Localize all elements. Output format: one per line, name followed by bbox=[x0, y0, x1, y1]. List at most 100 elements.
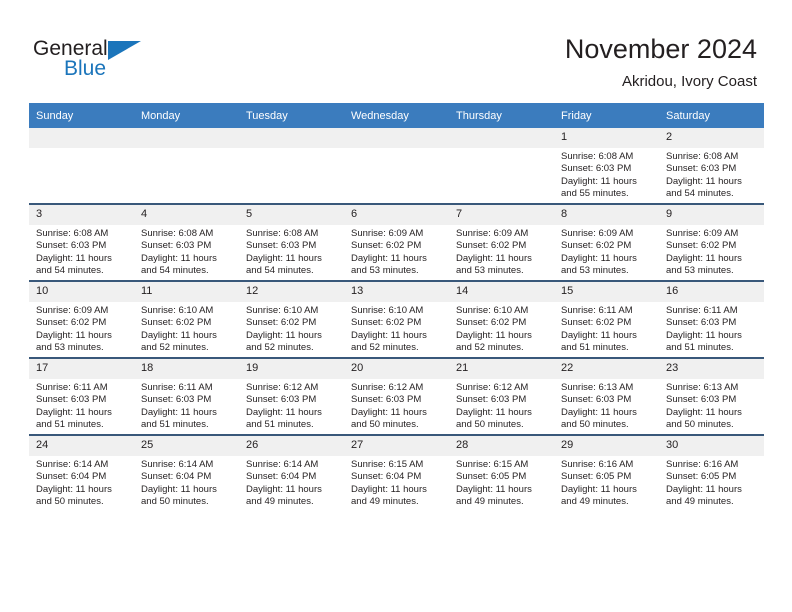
calendar-day-cell[interactable]: 25 Sunrise: 6:14 AM Sunset: 6:04 PM Dayligh… bbox=[134, 434, 239, 511]
day-daylight-line: and 54 minutes. bbox=[141, 265, 209, 277]
logo-text-blue: Blue bbox=[64, 57, 107, 80]
day-sun-info: Sunrise: 6:12 AM Sunset: 6:03 PM Daylight:… bbox=[449, 379, 554, 432]
day-sunrise-line: Sunrise: 6:16 AM bbox=[666, 459, 739, 470]
day-sun-info: Sunrise: 6:16 AM Sunset: 6:05 PM Daylight:… bbox=[659, 456, 764, 509]
calendar-day-cell[interactable]: 17 Sunrise: 6:11 AM Sunset: 6:03 PM Dayligh… bbox=[29, 357, 134, 435]
day-sunrise-line: Sunrise: 6:08 AM bbox=[141, 228, 214, 239]
calendar-day-cell[interactable]: 3 Sunrise: 6:08 AM Sunset: 6:03 PM Daylight… bbox=[29, 203, 134, 281]
day-daylight-line: Daylight: 11 hours bbox=[351, 483, 427, 495]
day-daylight-line: and 53 minutes. bbox=[666, 265, 734, 277]
day-daylight-line: Daylight: 11 hours bbox=[141, 329, 217, 341]
calendar-day-cell[interactable]: 6 Sunrise: 6:09 AM Sunset: 6:02 PM Daylight… bbox=[344, 203, 449, 281]
logo-triangle-icon bbox=[108, 41, 141, 60]
calendar-day-cell[interactable]: 9 Sunrise: 6:09 AM Sunset: 6:02 PM Daylight… bbox=[659, 203, 764, 281]
calendar-day-cell[interactable]: 29 Sunrise: 6:16 AM Sunset: 6:05 PM Dayligh… bbox=[554, 434, 659, 511]
day-daylight-line: and 50 minutes. bbox=[351, 419, 419, 431]
day-daylight-line: Daylight: 11 hours bbox=[36, 406, 112, 418]
day-sun-info: Sunrise: 6:15 AM Sunset: 6:05 PM Daylight:… bbox=[449, 456, 554, 509]
calendar-day-cell[interactable]: 21 Sunrise: 6:12 AM Sunset: 6:03 PM Dayligh… bbox=[449, 357, 554, 435]
weekday-header-sunday: Sunday bbox=[29, 103, 134, 128]
day-daylight-line: and 55 minutes. bbox=[561, 188, 629, 200]
calendar-day-cell[interactable]: 14 Sunrise: 6:10 AM Sunset: 6:02 PM Dayligh… bbox=[449, 280, 554, 358]
calendar-day-cell[interactable]: 12 Sunrise: 6:10 AM Sunset: 6:02 PM Dayligh… bbox=[239, 280, 344, 358]
calendar-day-cell[interactable]: 5 Sunrise: 6:08 AM Sunset: 6:03 PM Daylight… bbox=[239, 203, 344, 281]
day-daylight-line: Daylight: 11 hours bbox=[351, 252, 427, 264]
day-daylight-line: Daylight: 11 hours bbox=[141, 406, 217, 418]
day-sunrise-line: Sunrise: 6:09 AM bbox=[351, 228, 424, 239]
day-sun-info: Sunrise: 6:08 AM Sunset: 6:03 PM Daylight:… bbox=[134, 225, 239, 278]
calendar-day-cell[interactable]: 19 Sunrise: 6:12 AM Sunset: 6:03 PM Dayligh… bbox=[239, 357, 344, 435]
calendar-day-cell[interactable]: 10 Sunrise: 6:09 AM Sunset: 6:02 PM Dayligh… bbox=[29, 280, 134, 358]
day-sunrise-line: Sunrise: 6:13 AM bbox=[666, 382, 739, 393]
calendar-day-cell[interactable]: 15 Sunrise: 6:11 AM Sunset: 6:02 PM Dayligh… bbox=[554, 280, 659, 358]
day-daylight-line: Daylight: 11 hours bbox=[666, 252, 742, 264]
calendar-day-cell[interactable]: 18 Sunrise: 6:11 AM Sunset: 6:03 PM Dayligh… bbox=[134, 357, 239, 435]
calendar-day-cell[interactable]: 23 Sunrise: 6:13 AM Sunset: 6:03 PM Dayligh… bbox=[659, 357, 764, 435]
calendar-day-cell[interactable]: 1 Sunrise: 6:08 AM Sunset: 6:03 PM Daylight… bbox=[554, 128, 659, 204]
day-number: 21 bbox=[449, 359, 554, 379]
day-number: 1 bbox=[554, 128, 659, 148]
day-daylight-line: and 52 minutes. bbox=[141, 342, 209, 354]
day-number: 29 bbox=[554, 436, 659, 456]
calendar-day-cell[interactable]: 24 Sunrise: 6:14 AM Sunset: 6:04 PM Dayligh… bbox=[29, 434, 134, 511]
calendar-day-cell[interactable]: 11 Sunrise: 6:10 AM Sunset: 6:02 PM Dayligh… bbox=[134, 280, 239, 358]
calendar-day-cell[interactable]: 2 Sunrise: 6:08 AM Sunset: 6:03 PM Daylight… bbox=[659, 128, 764, 204]
day-daylight-line: and 50 minutes. bbox=[141, 496, 209, 508]
day-sunset-line: Sunset: 6:02 PM bbox=[36, 317, 107, 329]
day-number: 30 bbox=[659, 436, 764, 456]
calendar-day-cell[interactable]: 4 Sunrise: 6:08 AM Sunset: 6:03 PM Daylight… bbox=[134, 203, 239, 281]
weekday-header-tuesday: Tuesday bbox=[239, 103, 344, 128]
calendar-day-cell[interactable]: 8 Sunrise: 6:09 AM Sunset: 6:02 PM Daylight… bbox=[554, 203, 659, 281]
day-sunset-line: Sunset: 6:03 PM bbox=[666, 317, 737, 329]
calendar-day-cell[interactable]: 13 Sunrise: 6:10 AM Sunset: 6:02 PM Dayligh… bbox=[344, 280, 449, 358]
day-sunrise-line: Sunrise: 6:12 AM bbox=[456, 382, 529, 393]
calendar-day-cell-empty bbox=[449, 128, 554, 204]
day-sunrise-line: Sunrise: 6:14 AM bbox=[246, 459, 319, 470]
day-number: 18 bbox=[134, 359, 239, 379]
day-number: 8 bbox=[554, 205, 659, 225]
day-number: 11 bbox=[134, 282, 239, 302]
calendar-day-cell[interactable]: 30 Sunrise: 6:16 AM Sunset: 6:05 PM Dayligh… bbox=[659, 434, 764, 511]
day-daylight-line: Daylight: 11 hours bbox=[666, 406, 742, 418]
calendar-day-cell[interactable]: 28 Sunrise: 6:15 AM Sunset: 6:05 PM Dayligh… bbox=[449, 434, 554, 511]
day-daylight-line: and 52 minutes. bbox=[246, 342, 314, 354]
calendar-week-row: 3 Sunrise: 6:08 AM Sunset: 6:03 PM Daylight… bbox=[29, 203, 764, 281]
day-daylight-line: Daylight: 11 hours bbox=[456, 406, 532, 418]
day-daylight-line: Daylight: 11 hours bbox=[561, 483, 637, 495]
day-sunrise-line: Sunrise: 6:14 AM bbox=[141, 459, 214, 470]
day-daylight-line: and 51 minutes. bbox=[666, 342, 734, 354]
title-block: November 2024 Akridou, Ivory Coast bbox=[565, 33, 757, 92]
calendar-week-row: 24 Sunrise: 6:14 AM Sunset: 6:04 PM Dayligh… bbox=[29, 434, 764, 511]
day-sunset-line: Sunset: 6:05 PM bbox=[561, 471, 632, 483]
day-daylight-line: Daylight: 11 hours bbox=[141, 483, 217, 495]
calendar-day-cell[interactable]: 26 Sunrise: 6:14 AM Sunset: 6:04 PM Dayligh… bbox=[239, 434, 344, 511]
day-daylight-line: Daylight: 11 hours bbox=[36, 483, 112, 495]
page-header: General Blue November 2024 Akridou, Ivor… bbox=[0, 0, 792, 100]
day-daylight-line: Daylight: 11 hours bbox=[456, 252, 532, 264]
day-number: 7 bbox=[449, 205, 554, 225]
day-sun-info: Sunrise: 6:09 AM Sunset: 6:02 PM Daylight:… bbox=[344, 225, 449, 278]
day-daylight-line: and 53 minutes. bbox=[456, 265, 524, 277]
day-daylight-line: Daylight: 11 hours bbox=[561, 175, 637, 187]
day-number: 20 bbox=[344, 359, 449, 379]
day-daylight-line: Daylight: 11 hours bbox=[246, 406, 322, 418]
day-daylight-line: Daylight: 11 hours bbox=[561, 252, 637, 264]
day-sunset-line: Sunset: 6:04 PM bbox=[36, 471, 107, 483]
calendar-day-cell[interactable]: 27 Sunrise: 6:15 AM Sunset: 6:04 PM Dayligh… bbox=[344, 434, 449, 511]
day-sunrise-line: Sunrise: 6:08 AM bbox=[561, 151, 634, 162]
day-sunrise-line: Sunrise: 6:08 AM bbox=[666, 151, 739, 162]
day-sunrise-line: Sunrise: 6:12 AM bbox=[351, 382, 424, 393]
day-daylight-line: and 51 minutes. bbox=[36, 419, 104, 431]
general-blue-logo[interactable]: General Blue bbox=[33, 38, 153, 84]
calendar-day-cell[interactable]: 20 Sunrise: 6:12 AM Sunset: 6:03 PM Dayligh… bbox=[344, 357, 449, 435]
day-sunrise-line: Sunrise: 6:10 AM bbox=[456, 305, 529, 316]
day-sun-info: Sunrise: 6:08 AM Sunset: 6:03 PM Daylight:… bbox=[554, 148, 659, 201]
calendar-day-cell[interactable]: 22 Sunrise: 6:13 AM Sunset: 6:03 PM Dayligh… bbox=[554, 357, 659, 435]
day-daylight-line: and 53 minutes. bbox=[561, 265, 629, 277]
calendar-day-cell-empty bbox=[29, 128, 134, 204]
day-sun-info: Sunrise: 6:12 AM Sunset: 6:03 PM Daylight:… bbox=[344, 379, 449, 432]
day-sunset-line: Sunset: 6:03 PM bbox=[561, 394, 632, 406]
day-number bbox=[29, 128, 134, 148]
calendar-day-cell[interactable]: 16 Sunrise: 6:11 AM Sunset: 6:03 PM Dayligh… bbox=[659, 280, 764, 358]
calendar-day-cell[interactable]: 7 Sunrise: 6:09 AM Sunset: 6:02 PM Daylight… bbox=[449, 203, 554, 281]
